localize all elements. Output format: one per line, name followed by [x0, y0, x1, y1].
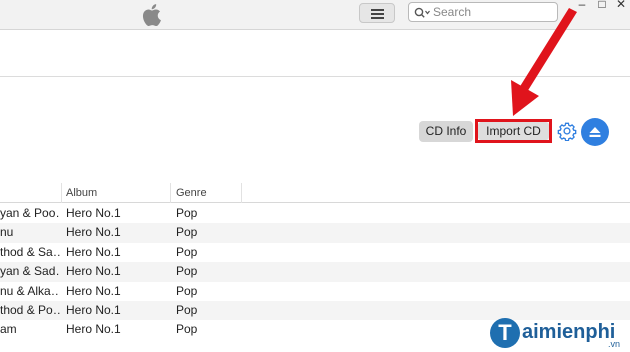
- watermark-initial: T: [490, 318, 520, 348]
- watermark-logo: T aimienphi .vn: [490, 315, 630, 352]
- annotation-arrow: [511, 8, 577, 116]
- table-row[interactable]: yan & Sad… Hero No.1 Pop: [0, 262, 630, 282]
- search-icon: [414, 7, 430, 18]
- table-header: Album Genre: [0, 183, 630, 203]
- cell-album: Hero No.1: [66, 225, 121, 240]
- watermark-brand: aimienphi: [522, 321, 616, 343]
- list-icon-line: [371, 9, 384, 11]
- table-row[interactable]: nu & Alka… Hero No.1 Pop: [0, 282, 630, 301]
- cell-genre: Pop: [176, 206, 198, 220]
- cell-genre: Pop: [176, 322, 198, 337]
- column-header-genre[interactable]: Genre: [171, 183, 242, 203]
- cell-artist: am: [0, 322, 17, 337]
- cell-album: Hero No.1: [66, 206, 121, 220]
- watermark-tld: .vn: [608, 339, 621, 349]
- cell-album: Hero No.1: [66, 283, 121, 298]
- table-row[interactable]: nu Hero No.1 Pop: [0, 223, 630, 243]
- cell-album: Hero No.1: [66, 302, 121, 317]
- table-row[interactable]: thod & Sa… Hero No.1 Pop: [0, 243, 630, 262]
- list-view-button[interactable]: [359, 3, 395, 23]
- cell-artist: thod & Po…: [0, 302, 60, 317]
- cell-genre: Pop: [176, 264, 198, 279]
- cell-artist: nu: [0, 225, 14, 240]
- column-header-artist[interactable]: [0, 183, 62, 203]
- cell-album: Hero No.1: [66, 322, 121, 337]
- cell-artist: yan & Poo…: [0, 206, 60, 220]
- cell-genre: Pop: [176, 302, 198, 317]
- cell-artist: yan & Sad…: [0, 264, 60, 279]
- itunes-window: – □ ✕ CD Info Import CD Album Genre yan …: [0, 0, 630, 352]
- gear-icon[interactable]: [557, 121, 577, 141]
- cell-album: Hero No.1: [66, 244, 121, 259]
- table-row[interactable]: yan & Poo… Hero No.1 Pop: [0, 204, 630, 223]
- import-cd-button[interactable]: Import CD: [478, 122, 549, 140]
- cell-artist: nu & Alka…: [0, 283, 60, 298]
- cell-genre: Pop: [176, 225, 198, 240]
- list-icon-line: [371, 13, 384, 15]
- cell-genre: Pop: [176, 244, 198, 259]
- maximize-button[interactable]: □: [593, 0, 611, 10]
- cell-genre: Pop: [176, 283, 198, 298]
- list-icon-line: [371, 17, 384, 19]
- eject-button[interactable]: [581, 118, 609, 146]
- eject-icon: [589, 127, 601, 137]
- close-button[interactable]: ✕: [612, 0, 630, 10]
- cd-info-button[interactable]: CD Info: [419, 121, 473, 142]
- cell-artist: thod & Sa…: [0, 244, 60, 259]
- apple-logo: [142, 4, 161, 27]
- column-header-album[interactable]: Album: [61, 183, 171, 203]
- cell-album: Hero No.1: [66, 264, 121, 279]
